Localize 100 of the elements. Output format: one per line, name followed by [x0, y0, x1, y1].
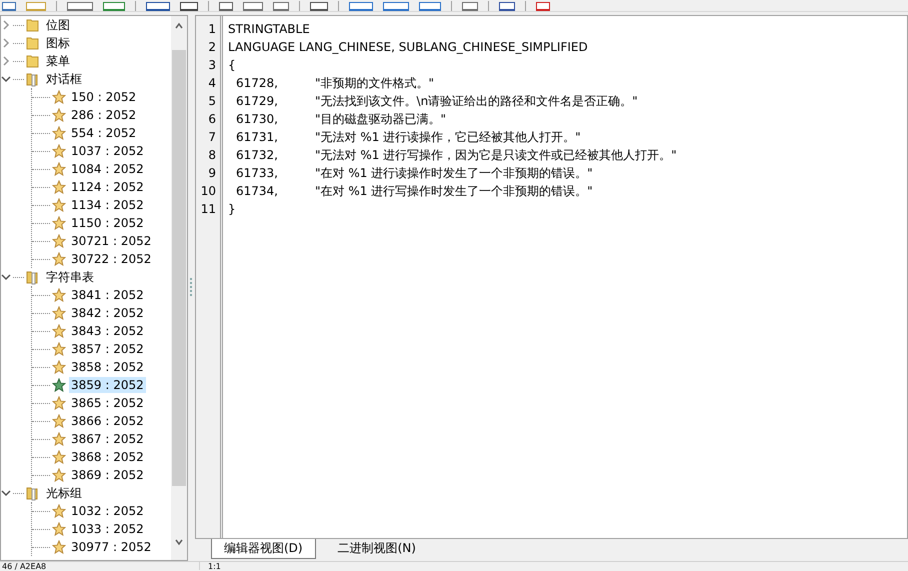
line-number: 1	[207, 21, 217, 38]
tree-item[interactable]: 3869 : 2052	[69, 467, 146, 483]
string-id: 61732,	[235, 147, 279, 164]
tree-item[interactable]: 3866 : 2052	[69, 413, 146, 429]
folder-icon	[26, 18, 39, 32]
line-number: 6	[207, 111, 217, 128]
toolbar-icon[interactable]	[419, 2, 441, 11]
folder-icon	[26, 486, 39, 500]
star-icon	[52, 396, 66, 410]
star-icon	[52, 360, 66, 374]
star-icon	[52, 90, 66, 104]
string-value: "在对 %1 进行读操作时发生了一个非预期的错误。"	[315, 165, 593, 182]
line-number: 9	[207, 165, 217, 182]
string-id: 61729,	[235, 93, 279, 110]
star-icon	[52, 252, 66, 266]
tree-item[interactable]: 554 : 2052	[69, 125, 138, 141]
tree-item[interactable]: 3868 : 2052	[69, 449, 146, 465]
string-value: "无法对 %1 进行写操作，因为它是只读文件或已经被其他人打开。"	[315, 147, 677, 164]
tree-item[interactable]: 286 : 2052	[69, 107, 138, 123]
star-icon	[52, 432, 66, 446]
tree-item[interactable]: 3867 : 2052	[69, 431, 146, 447]
tree-item[interactable]: 位图	[44, 17, 72, 33]
string-value: "目的磁盘驱动器已满。"	[315, 111, 446, 128]
tree-item[interactable]: 3842 : 2052	[69, 305, 146, 321]
toolbar-icon[interactable]	[499, 2, 515, 11]
tree-item[interactable]: 3841 : 2052	[69, 287, 146, 303]
expand-icon[interactable]	[1, 38, 11, 48]
expand-icon[interactable]	[1, 20, 11, 30]
line-number: 4	[207, 75, 217, 92]
star-icon	[52, 468, 66, 482]
scroll-down-icon[interactable]	[174, 538, 184, 546]
scrollbar[interactable]	[171, 16, 187, 560]
expand-icon[interactable]	[1, 56, 11, 66]
string-id: 61731,	[235, 129, 279, 146]
tree-item[interactable]: 光标组	[44, 485, 84, 501]
star-icon	[52, 108, 66, 122]
tree-item[interactable]: 1150 : 2052	[69, 215, 146, 231]
toolbar-icon[interactable]	[383, 2, 409, 11]
toolbar-icon[interactable]	[243, 2, 263, 11]
status-text: 1:1	[207, 562, 221, 570]
tree-item[interactable]: 3843 : 2052	[69, 323, 146, 339]
tree-item[interactable]: 菜单	[44, 53, 72, 69]
star-icon	[52, 180, 66, 194]
tree-item[interactable]: 1033 : 2052	[69, 521, 146, 537]
string-value: "在对 %1 进行写操作时发生了一个非预期的错误。"	[315, 183, 593, 200]
tree-item[interactable]: 1032 : 2052	[69, 503, 146, 519]
line-number: 10	[200, 183, 217, 200]
tree-item[interactable]: 30977 : 2052	[69, 539, 154, 555]
tree-item[interactable]: 对话框	[44, 71, 84, 87]
status-text: 46 / A2EA8	[0, 562, 200, 570]
tree-item[interactable]: 150 : 2052	[69, 89, 138, 105]
toolbar-icon[interactable]	[462, 2, 478, 11]
scrollbar-thumb[interactable]	[172, 50, 186, 486]
tree-item[interactable]: 1134 : 2052	[69, 197, 146, 213]
toolbar-icon[interactable]	[103, 2, 125, 11]
star-icon	[52, 162, 66, 176]
toolbar-icon[interactable]	[2, 2, 16, 11]
toolbar-icon[interactable]	[67, 2, 93, 11]
collapse-icon[interactable]	[1, 272, 11, 282]
toolbar-icon[interactable]	[310, 2, 328, 11]
folder-icon	[26, 270, 39, 284]
star-icon	[52, 126, 66, 140]
code-text: }	[228, 201, 236, 218]
code-text: LANGUAGE LANG_CHINESE, SUBLANG_CHINESE_SIMPLIFIED	[228, 39, 588, 56]
tree-item[interactable]: 图标	[44, 35, 72, 51]
toolbar-icon[interactable]	[146, 2, 170, 11]
tree-item[interactable]: 30722 : 2052	[69, 251, 154, 267]
scroll-up-icon[interactable]	[174, 22, 184, 30]
collapse-icon[interactable]	[1, 488, 11, 498]
star-icon	[52, 234, 66, 248]
tree-item[interactable]: 1124 : 2052	[69, 179, 146, 195]
star-icon	[52, 540, 66, 554]
toolbar-icon[interactable]	[273, 2, 289, 11]
tree-item[interactable]: 3858 : 2052	[69, 359, 146, 375]
string-value: "无法对 %1 进行读操作，它已经被其他人打开。"	[315, 129, 581, 146]
view-tab[interactable]: 编辑器视图(D)	[211, 539, 316, 559]
tree-item[interactable]: 30721 : 2052	[69, 233, 154, 249]
splitter-grip-icon[interactable]	[190, 278, 193, 298]
view-tab[interactable]: 二进制视图(N)	[326, 539, 428, 558]
collapse-icon[interactable]	[1, 74, 11, 84]
star-icon	[52, 306, 66, 320]
toolbar-icon[interactable]	[180, 2, 198, 11]
line-number: 8	[207, 147, 217, 164]
star-icon	[52, 522, 66, 536]
tree-item[interactable]: 1084 : 2052	[69, 161, 146, 177]
star-icon	[52, 144, 66, 158]
tree-item[interactable]: 字符串表	[44, 269, 96, 285]
tree-item[interactable]: 3859 : 2052	[69, 377, 146, 393]
toolbar-icon[interactable]	[536, 2, 550, 11]
star-icon	[52, 504, 66, 518]
star-icon	[52, 198, 66, 212]
code-text: {	[228, 57, 236, 74]
star-icon	[52, 378, 66, 392]
star-icon	[52, 414, 66, 428]
toolbar-icon[interactable]	[349, 2, 373, 11]
string-id: 61728,	[235, 75, 279, 92]
tree-item[interactable]: 3857 : 2052	[69, 341, 146, 357]
tree-item[interactable]: 1037 : 2052	[69, 143, 146, 159]
tree-item[interactable]: 3865 : 2052	[69, 395, 146, 411]
toolbar-icon[interactable]	[219, 2, 233, 11]
